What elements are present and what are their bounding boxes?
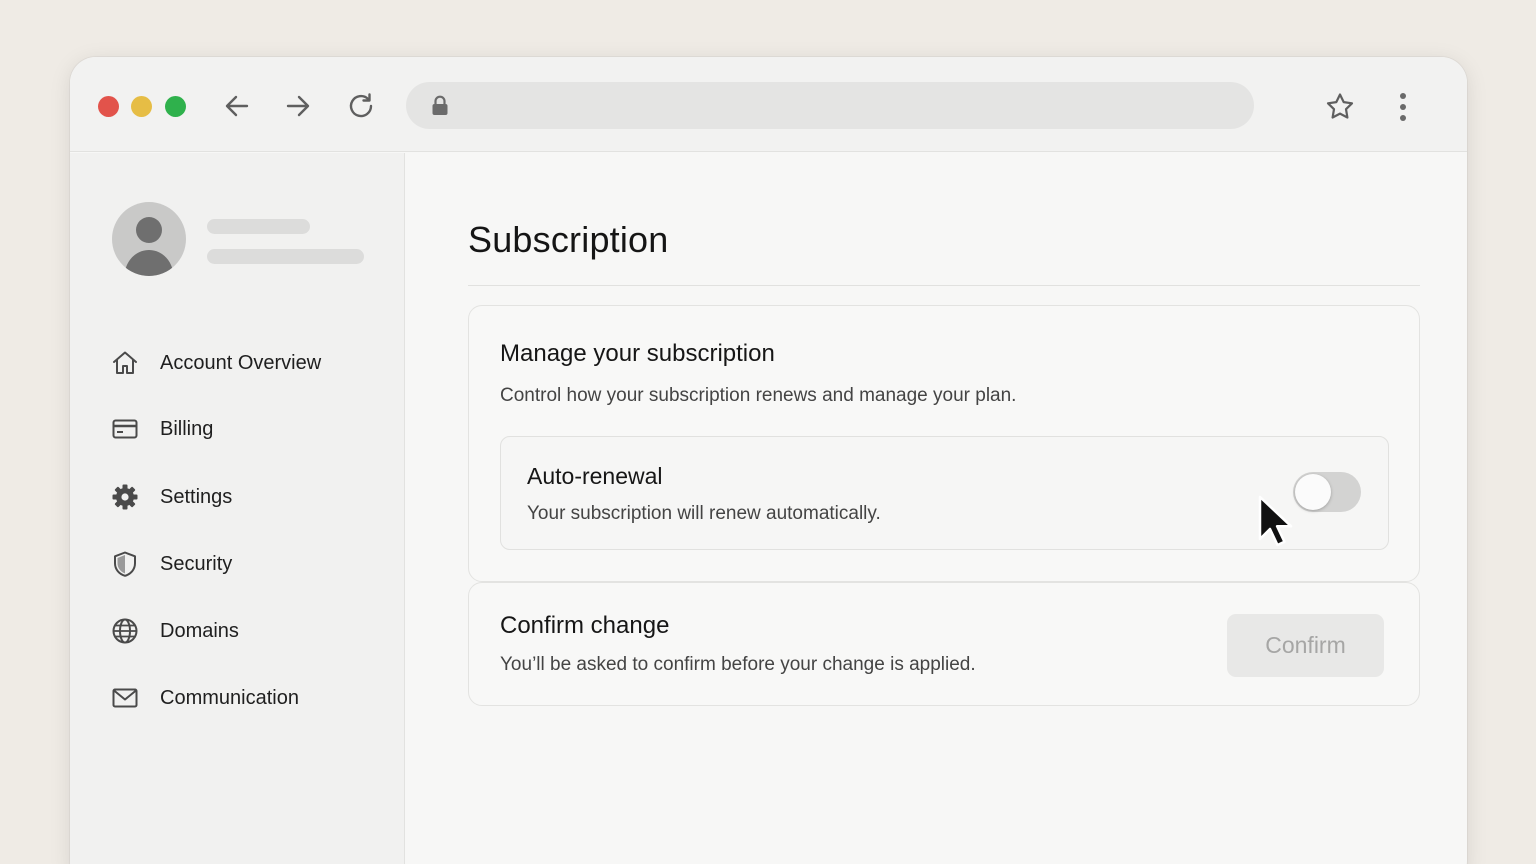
credit-card-icon xyxy=(110,414,140,444)
auto-renewal-toggle[interactable] xyxy=(1293,472,1361,512)
home-icon xyxy=(110,348,140,378)
sidebar-item-communication[interactable]: Communication xyxy=(110,678,370,718)
gear-icon xyxy=(110,482,140,512)
back-arrow-icon[interactable] xyxy=(220,89,254,123)
card-heading: Confirm change xyxy=(500,612,670,639)
browser-window: Account Overview Billing Settings Securi… xyxy=(70,57,1467,864)
card-description: Control how your subscription renews and… xyxy=(500,385,1017,406)
maximize-window-button[interactable] xyxy=(165,96,186,117)
user-email-placeholder xyxy=(207,249,364,264)
lock-icon xyxy=(431,95,449,121)
user-name-placeholder xyxy=(207,219,310,234)
auto-renewal-row: Auto-renewal Your subscription will rene… xyxy=(500,436,1389,550)
auto-renewal-label: Auto-renewal xyxy=(527,463,663,489)
sidebar-item-label: Settings xyxy=(160,485,233,508)
browser-toolbar xyxy=(70,57,1467,152)
shield-icon xyxy=(110,549,140,579)
sidebar-item-label: Account Overview xyxy=(160,351,322,374)
forward-arrow-icon[interactable] xyxy=(281,89,315,123)
close-window-button[interactable] xyxy=(98,96,119,117)
confirm-change-card: Confirm change You’ll be asked to confir… xyxy=(468,582,1420,706)
divider xyxy=(468,285,1420,286)
avatar[interactable] xyxy=(112,202,186,276)
sidebar-item-domains[interactable]: Domains xyxy=(110,611,370,651)
minimize-window-button[interactable] xyxy=(131,96,152,117)
sidebar-item-label: Communication xyxy=(160,686,299,709)
sidebar-item-label: Security xyxy=(160,552,233,575)
sidebar-item-account-overview[interactable]: Account Overview xyxy=(110,343,370,383)
more-vertical-icon[interactable] xyxy=(1392,90,1414,124)
sidebar-item-security[interactable]: Security xyxy=(110,544,370,584)
sidebar-item-label: Billing xyxy=(160,417,214,440)
card-description: You’ll be asked to confirm before your c… xyxy=(500,654,976,675)
mail-icon xyxy=(110,683,140,713)
star-icon[interactable] xyxy=(1323,90,1357,124)
page-title: Subscription xyxy=(468,219,669,260)
globe-icon xyxy=(110,616,140,646)
sidebar-item-label: Domains xyxy=(160,619,239,642)
sidebar: Account Overview Billing Settings Securi… xyxy=(70,153,405,864)
sidebar-item-settings[interactable]: Settings xyxy=(110,477,370,517)
auto-renewal-description: Your subscription will renew automatical… xyxy=(527,503,881,524)
reload-icon[interactable] xyxy=(344,89,378,123)
main-content: Subscription Manage your subscription Co… xyxy=(406,153,1467,864)
address-bar[interactable] xyxy=(406,82,1254,129)
manage-subscription-card: Manage your subscription Control how you… xyxy=(468,305,1420,582)
sidebar-item-billing[interactable]: Billing xyxy=(110,409,370,449)
confirm-button[interactable]: Confirm xyxy=(1227,614,1384,677)
card-heading: Manage your subscription xyxy=(500,340,775,367)
toggle-knob xyxy=(1295,474,1331,510)
url-input[interactable] xyxy=(458,82,1238,129)
